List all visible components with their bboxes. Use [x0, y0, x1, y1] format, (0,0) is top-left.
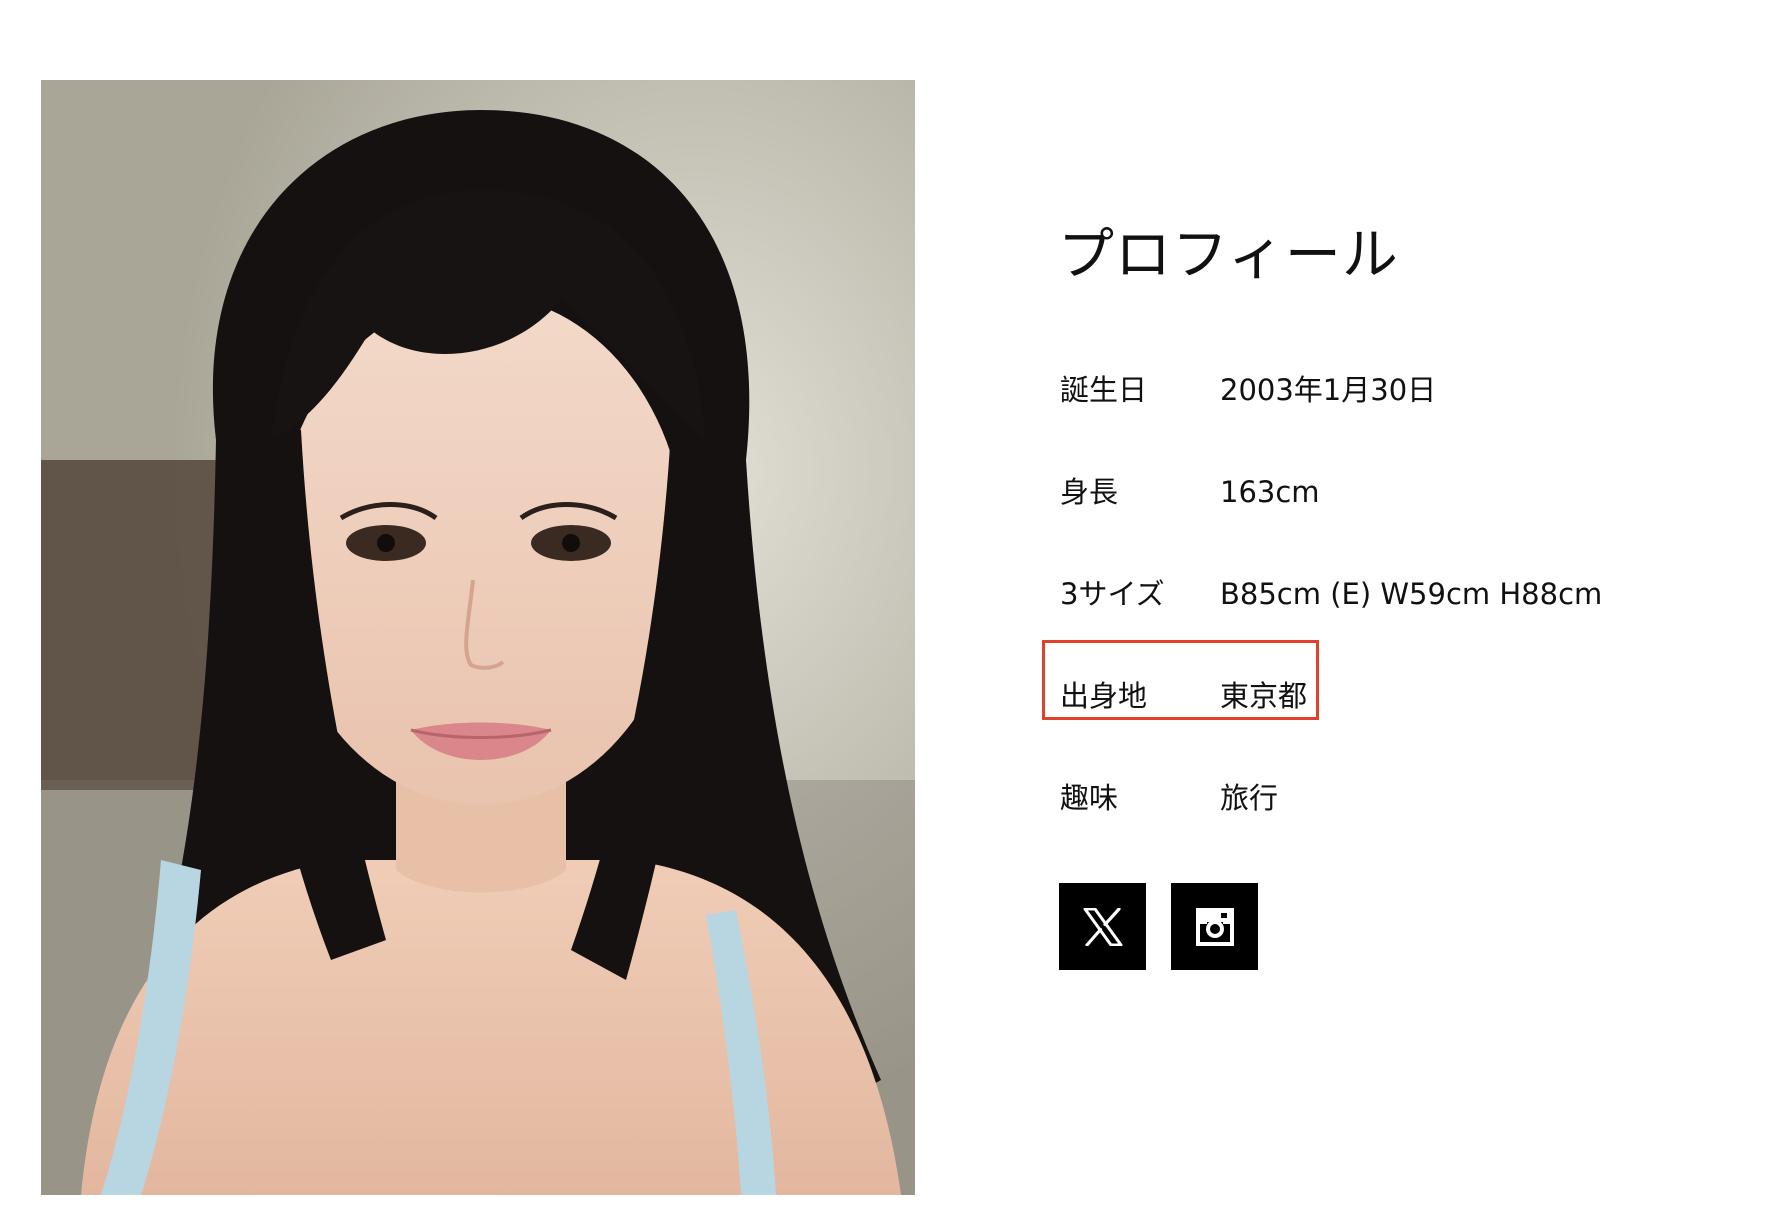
birthplace-label: 出身地	[1060, 679, 1148, 713]
social-links	[1059, 883, 1258, 970]
profile-row-hobby: 趣味 旅行	[1058, 778, 1738, 880]
profile-photo	[41, 80, 915, 1195]
instagram-icon	[1195, 907, 1234, 946]
x-link-button[interactable]	[1059, 883, 1146, 970]
profile-row-birthday: 誕生日 2003年1月30日	[1058, 370, 1738, 472]
birthday-label: 誕生日	[1060, 373, 1148, 407]
height-value: 163cm	[1220, 475, 1320, 509]
hobby-value: 旅行	[1220, 781, 1279, 815]
birthday-value: 2003年1月30日	[1220, 373, 1437, 407]
measurements-value: B85cm (E) W59cm H88cm	[1220, 577, 1603, 611]
profile-row-birthplace: 出身地 東京都	[1042, 640, 1738, 778]
height-label: 身長	[1060, 475, 1119, 509]
hobby-label: 趣味	[1060, 781, 1119, 815]
profile-details-list: 誕生日 2003年1月30日 身長 163cm 3サイズ B85cm (E) W…	[1042, 370, 1738, 880]
profile-row-height: 身長 163cm	[1058, 472, 1738, 574]
birthplace-value: 東京都	[1220, 679, 1308, 713]
measurements-label: 3サイズ	[1060, 577, 1165, 611]
instagram-link-button[interactable]	[1171, 883, 1258, 970]
profile-title: プロフィール	[1058, 223, 1399, 288]
profile-section: プロフィール 誕生日 2003年1月30日 身長 163cm 3サイズ B85c…	[1042, 220, 1738, 880]
x-icon	[1083, 907, 1122, 946]
